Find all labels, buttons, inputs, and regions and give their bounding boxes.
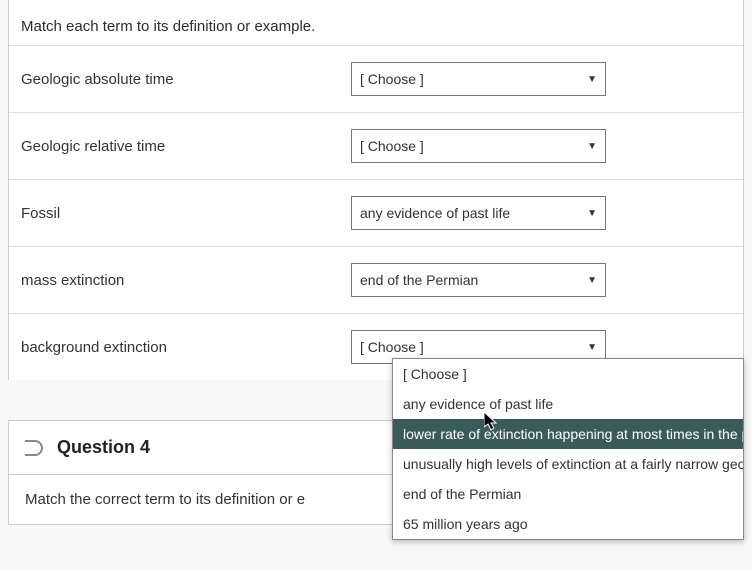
match-row: mass extinction end of the Permian ▼ bbox=[9, 246, 743, 313]
select-value: end of the Permian bbox=[360, 272, 478, 288]
term-label: Geologic relative time bbox=[21, 138, 351, 155]
chevron-down-icon: ▼ bbox=[587, 208, 597, 219]
select-value: any evidence of past life bbox=[360, 205, 510, 221]
dropdown-menu[interactable]: [ Choose ] any evidence of past life low… bbox=[392, 358, 744, 540]
term-label: Geologic absolute time bbox=[21, 71, 351, 88]
chevron-down-icon: ▼ bbox=[587, 74, 597, 85]
term-select-relative-time[interactable]: [ Choose ] ▼ bbox=[351, 129, 606, 163]
dropdown-option[interactable]: 65 million years ago bbox=[393, 509, 743, 539]
term-select-fossil[interactable]: any evidence of past life ▼ bbox=[351, 196, 606, 230]
select-value: [ Choose ] bbox=[360, 138, 424, 154]
chevron-down-icon: ▼ bbox=[587, 141, 597, 152]
dropdown-option[interactable]: end of the Permian bbox=[393, 479, 743, 509]
term-label: Fossil bbox=[21, 205, 351, 222]
term-label: background extinction bbox=[21, 339, 351, 356]
chevron-down-icon: ▼ bbox=[587, 275, 597, 286]
chevron-down-icon: ▼ bbox=[587, 342, 597, 353]
match-row: Fossil any evidence of past life ▼ bbox=[9, 179, 743, 246]
term-select-mass-extinction[interactable]: end of the Permian ▼ bbox=[351, 263, 606, 297]
select-value: [ Choose ] bbox=[360, 71, 424, 87]
bookmark-outline-icon[interactable] bbox=[25, 440, 43, 456]
dropdown-option[interactable]: any evidence of past life bbox=[393, 389, 743, 419]
term-label: mass extinction bbox=[21, 272, 351, 289]
question-title: Question 4 bbox=[57, 437, 150, 458]
instruction-text: Match each term to its definition or exa… bbox=[9, 0, 743, 45]
dropdown-option[interactable]: [ Choose ] bbox=[393, 359, 743, 389]
match-row: Geologic absolute time [ Choose ] ▼ bbox=[9, 45, 743, 112]
match-row: Geologic relative time [ Choose ] ▼ bbox=[9, 112, 743, 179]
dropdown-option-selected[interactable]: lower rate of extinction happening at mo… bbox=[393, 419, 743, 449]
term-select-absolute-time[interactable]: [ Choose ] ▼ bbox=[351, 62, 606, 96]
select-value: [ Choose ] bbox=[360, 339, 424, 355]
dropdown-option[interactable]: unusually high levels of extinction at a… bbox=[393, 449, 743, 479]
